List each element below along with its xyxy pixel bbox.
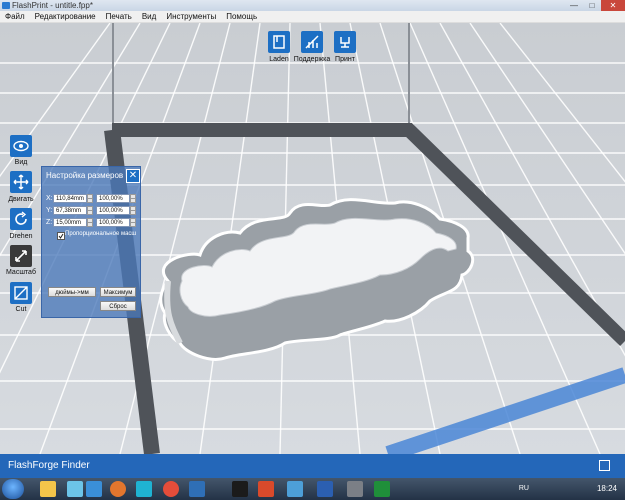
chrome-icon[interactable] <box>163 481 179 497</box>
menu-tools[interactable]: Инструменты <box>161 11 221 22</box>
size-x-spinner[interactable] <box>87 194 93 203</box>
support-icon <box>305 35 319 49</box>
scale-icon <box>15 250 27 262</box>
rotate-icon <box>15 211 27 225</box>
expand-icon[interactable] <box>599 460 610 471</box>
load-button[interactable] <box>268 31 290 53</box>
print-label: Принт <box>335 56 355 63</box>
cut-button[interactable] <box>10 282 32 304</box>
app-icon <box>2 2 10 9</box>
support-button[interactable] <box>301 31 323 53</box>
size-y-spinner[interactable] <box>87 206 93 215</box>
percent-y-spinner[interactable] <box>130 206 136 215</box>
move-button[interactable] <box>10 171 32 193</box>
maximize-button[interactable]: □ <box>583 0 601 11</box>
scale-label: Масштаб <box>6 269 36 276</box>
move-icon <box>13 174 29 190</box>
taskbar: RU 18:24 <box>0 478 625 500</box>
menu-edit[interactable]: Редактирование <box>30 11 101 22</box>
start-button[interactable] <box>2 479 24 499</box>
check-icon <box>58 233 64 239</box>
percent-z-spinner[interactable] <box>130 218 136 227</box>
size-x-input[interactable]: 110,84mm <box>53 194 87 203</box>
c-app-icon[interactable] <box>136 481 152 497</box>
word-icon[interactable] <box>317 481 333 497</box>
print-icon <box>340 37 350 48</box>
excel-icon[interactable] <box>374 481 390 497</box>
percent-y-input[interactable]: 100,00% <box>96 206 130 215</box>
app-orange-icon[interactable] <box>110 481 126 497</box>
eye-icon <box>13 140 29 152</box>
flashprint-icon[interactable] <box>189 481 205 497</box>
menu-file[interactable]: Файл <box>0 11 30 22</box>
scale-settings-panel: Настройка размеров ✕ X: 110,84mm 100,00%… <box>41 166 141 318</box>
rotate-button[interactable] <box>10 208 32 230</box>
media-icon[interactable] <box>86 481 102 497</box>
print-button[interactable] <box>334 31 356 53</box>
cut-label: Cut <box>15 306 27 313</box>
axis-y-label: Y: <box>46 207 53 214</box>
percent-x-input[interactable]: 100,00% <box>96 194 130 203</box>
scale-button[interactable] <box>10 245 32 267</box>
folder-icon[interactable] <box>67 481 83 497</box>
reset-button[interactable]: Сброс <box>100 301 136 311</box>
3d-viewport[interactable]: Laden Поддержка Принт Вид Двигать Drehen… <box>0 23 625 454</box>
clock[interactable]: 18:24 <box>597 484 617 493</box>
maximum-button[interactable]: Максимум <box>100 287 136 297</box>
size-y-input[interactable]: 67,38mm <box>53 206 87 215</box>
move-label: Двигать <box>8 196 34 203</box>
view-button[interactable] <box>10 135 32 157</box>
status-bar: FlashForge Finder <box>0 454 625 478</box>
window-title: FlashPrint - untitle.fpp* <box>12 1 93 10</box>
acrobat-icon[interactable] <box>258 481 274 497</box>
load-icon <box>273 35 285 49</box>
axis-x-label: X: <box>46 195 53 202</box>
menu-view[interactable]: Вид <box>137 11 161 22</box>
percent-z-input[interactable]: 100,00% <box>96 218 130 227</box>
menu-help[interactable]: Помощь <box>221 11 262 22</box>
percent-x-spinner[interactable] <box>130 194 136 203</box>
size-z-spinner[interactable] <box>87 218 93 227</box>
axis-z-label: Z: <box>46 219 53 226</box>
size-z-input[interactable]: 15,00mm <box>53 218 87 227</box>
inch-to-mm-button[interactable]: дюймы->мм <box>48 287 96 297</box>
rotate-label: Drehen <box>9 233 33 240</box>
proportional-checkbox[interactable] <box>57 232 65 240</box>
explorer-icon[interactable] <box>40 481 56 497</box>
proportional-label: Пропорциональное масш <box>65 231 137 237</box>
terminal-icon[interactable] <box>232 481 248 497</box>
menu-bar: Файл Редактирование Печать Вид Инструмен… <box>0 11 625 23</box>
panel-title: Настройка размеров <box>46 171 124 180</box>
tool-icon[interactable] <box>347 481 363 497</box>
minimize-button[interactable]: — <box>565 0 583 11</box>
language-indicator[interactable]: RU <box>519 485 529 492</box>
close-button[interactable]: ✕ <box>601 0 625 11</box>
brand-label: FlashForge Finder <box>8 460 90 471</box>
menu-print[interactable]: Печать <box>101 11 137 22</box>
panel-close-button[interactable]: ✕ <box>126 169 140 183</box>
cut-icon <box>14 286 28 300</box>
view-label: Вид <box>14 159 28 166</box>
window-app-icon[interactable] <box>287 481 303 497</box>
